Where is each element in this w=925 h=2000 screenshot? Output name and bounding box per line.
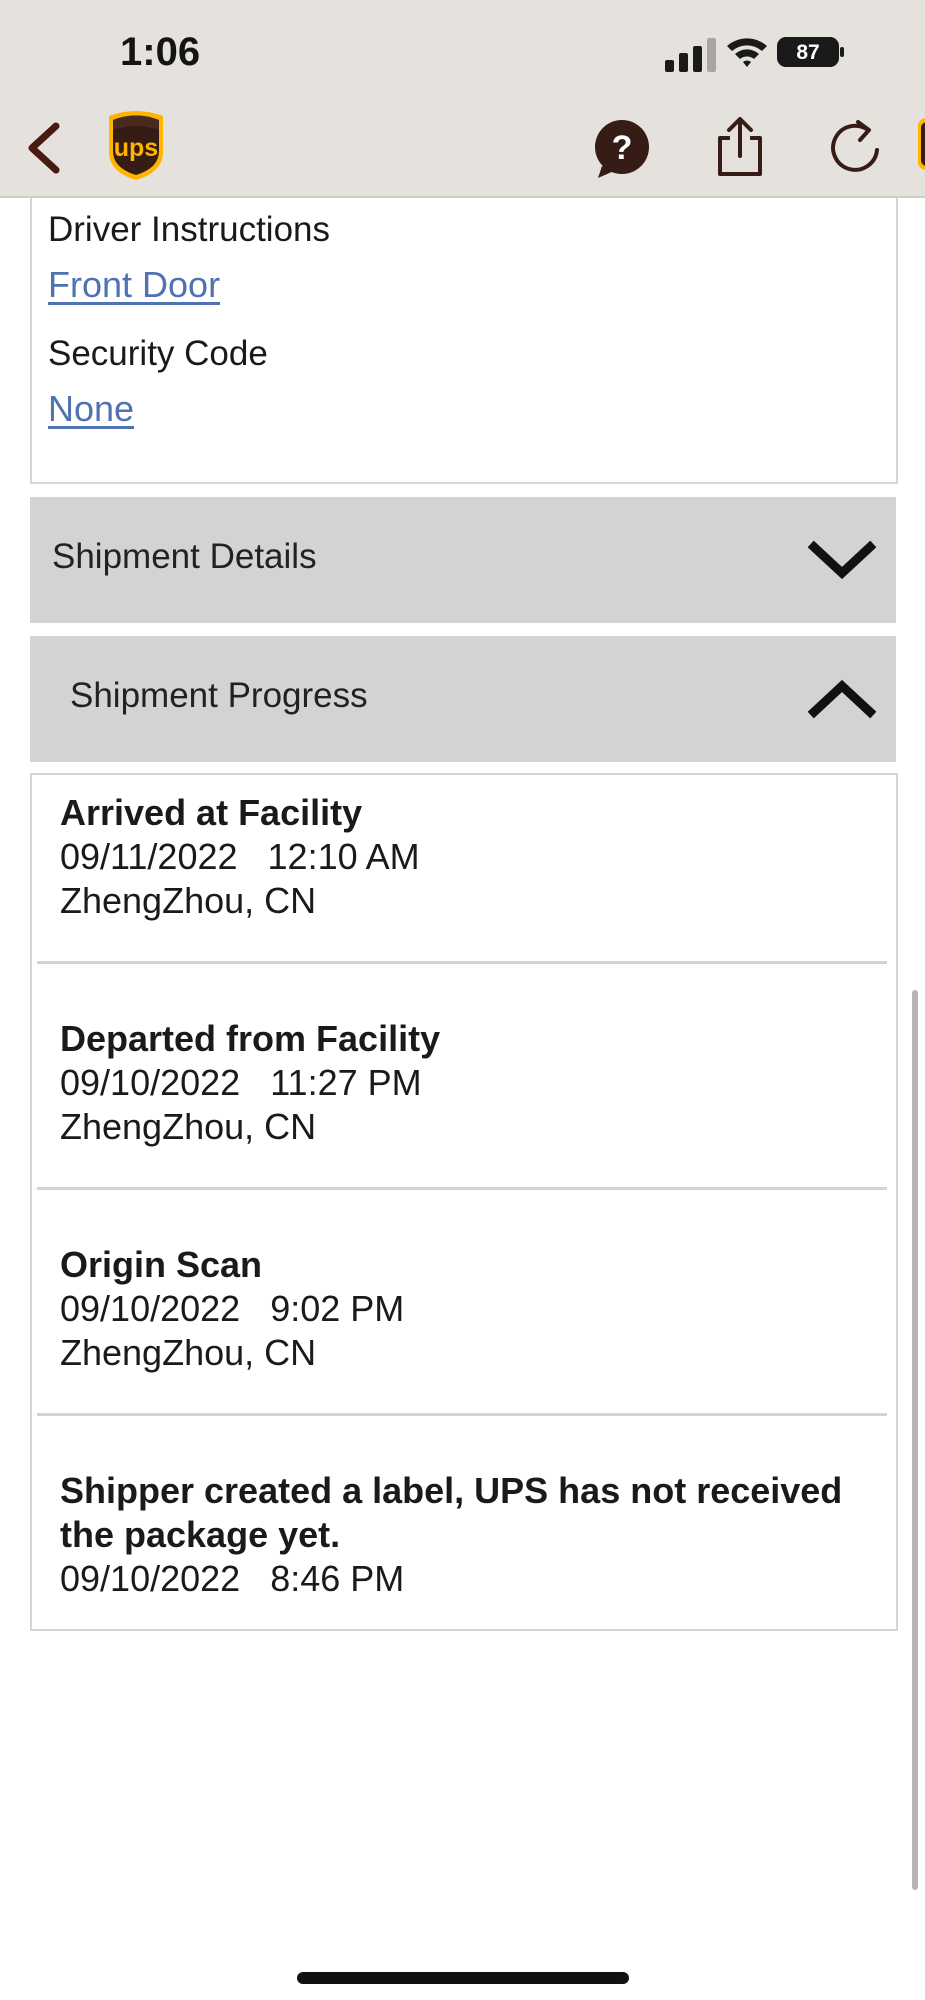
event-status-line2: the package yet. xyxy=(60,1514,341,1555)
delivery-info-card: Driver Instructions Front Door Security … xyxy=(30,198,898,484)
event-date: 09/11/2022 xyxy=(60,836,238,877)
event-date: 09/10/2022 xyxy=(60,1558,241,1599)
top-bar: 1:06 87 ups ? xyxy=(0,0,925,197)
scrollbar[interactable] xyxy=(912,990,918,1890)
event-date: 09/10/2022 xyxy=(60,1288,241,1329)
event-time: 11:27 PM xyxy=(270,1062,422,1103)
shipment-progress-header[interactable]: Shipment Progress xyxy=(30,636,896,762)
status-icons: 87 xyxy=(665,34,855,74)
event-status: Origin Scan xyxy=(60,1244,263,1285)
event-status: Arrived at Facility xyxy=(60,792,363,833)
progress-event: Departed from Facility 09/10/2022 11:27 … xyxy=(60,1017,880,1149)
event-location: ZhengZhou, CN xyxy=(60,880,317,921)
cellular-signal-icon xyxy=(665,38,716,72)
wifi-icon xyxy=(727,38,767,67)
event-location: ZhengZhou, CN xyxy=(60,1106,317,1147)
event-location: ZhengZhou, CN xyxy=(60,1332,317,1373)
progress-event: Origin Scan 09/10/2022 9:02 PM ZhengZhou… xyxy=(60,1243,880,1375)
home-indicator[interactable] xyxy=(297,1972,629,1984)
driver-instructions-label: Driver Instructions xyxy=(48,210,331,249)
battery-level: 87 xyxy=(796,41,819,64)
event-status: Departed from Facility xyxy=(60,1018,441,1059)
shipment-progress-label: Shipment Progress xyxy=(70,676,368,715)
back-button[interactable] xyxy=(20,118,70,178)
battery-icon: 87 xyxy=(777,37,844,67)
event-divider xyxy=(37,1413,887,1416)
event-time: 8:46 PM xyxy=(270,1558,405,1599)
help-icon[interactable]: ? xyxy=(592,118,652,180)
progress-event: Shipper created a label, UPS has not rec… xyxy=(60,1469,880,1601)
ups-logo-text: ups xyxy=(114,134,158,162)
security-code-link[interactable]: None xyxy=(48,388,134,430)
event-date: 09/10/2022 xyxy=(60,1062,241,1103)
menu-icon[interactable] xyxy=(915,116,925,172)
event-time: 12:10 AM xyxy=(267,836,420,877)
chevron-down-icon xyxy=(808,540,876,580)
shipment-details-label: Shipment Details xyxy=(52,537,317,576)
progress-event: Arrived at Facility 09/11/2022 12:10 AM … xyxy=(60,791,880,923)
driver-instructions-link[interactable]: Front Door xyxy=(48,264,220,306)
event-divider xyxy=(37,961,887,964)
event-divider xyxy=(37,1187,887,1190)
share-icon[interactable] xyxy=(712,116,768,178)
ups-logo: ups xyxy=(109,111,163,180)
shipment-details-header[interactable]: Shipment Details xyxy=(30,497,896,623)
refresh-icon[interactable] xyxy=(828,118,882,174)
security-code-label: Security Code xyxy=(48,334,268,373)
chevron-up-icon xyxy=(808,679,876,719)
shipment-progress-list: Arrived at Facility 09/11/2022 12:10 AM … xyxy=(30,773,898,1631)
event-time: 9:02 PM xyxy=(270,1288,405,1329)
svg-text:?: ? xyxy=(612,129,633,167)
status-time: 1:06 xyxy=(120,30,201,74)
event-status-line1: Shipper created a label, UPS has not rec… xyxy=(60,1470,843,1511)
